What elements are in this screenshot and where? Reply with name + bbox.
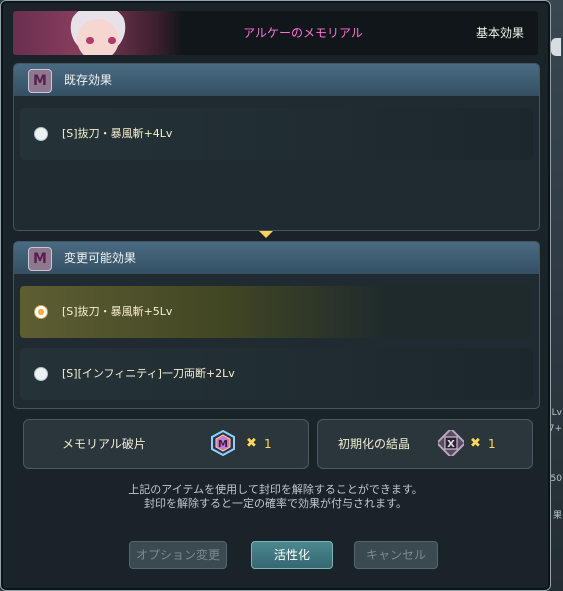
memorial-m-icon: M bbox=[28, 247, 52, 271]
multiply-icon: ✖ bbox=[470, 436, 481, 451]
side-text-1: Lv bbox=[551, 408, 562, 418]
changeable-option-label-2: [S][インフィニティ]一刀両断+2Lv bbox=[62, 367, 235, 380]
side-text-3: 50 bbox=[550, 474, 562, 484]
radio-selected-icon[interactable] bbox=[34, 305, 48, 319]
memorial-dialog: アルケーのメモリアル 基本効果 M 既存効果 [S]抜刀・暴風斬+4Lv M 変… bbox=[0, 0, 551, 591]
changeable-option-label-1: [S]抜刀・暴風斬+5Lv bbox=[62, 305, 173, 318]
multiply-icon: ✖ bbox=[246, 436, 257, 451]
dialog-title: アルケーのメモリアル bbox=[243, 26, 363, 40]
svg-text:M: M bbox=[218, 439, 228, 450]
memorial-fragment-quantity: 1 bbox=[264, 437, 272, 451]
info-text: 上記のアイテムを使用して封印を解除することができます。 封印を解除すると一定の確… bbox=[13, 483, 538, 511]
dialog-header: アルケーのメモリアル 基本効果 bbox=[13, 11, 538, 55]
existing-option-label: [S]抜刀・暴風斬+4Lv bbox=[62, 127, 173, 140]
memorial-m-icon: M bbox=[28, 69, 52, 93]
window-root: Lv 7+ 50 果 アルケーのメモリアル 基本効果 M 既存効果 [S]抜刀・… bbox=[0, 0, 563, 591]
existing-effects-title: 既存効果 bbox=[64, 73, 113, 87]
changeable-effects-title: 変更可能効果 bbox=[64, 251, 137, 265]
cancel-button[interactable]: キャンセル bbox=[354, 541, 438, 569]
svg-text:X: X bbox=[447, 439, 455, 450]
reset-crystal-label: 初期化の結晶 bbox=[338, 437, 411, 451]
changeable-effects-panel: M 変更可能効果 [S]抜刀・暴風斬+5Lv [S][インフィニティ]一刀両断+… bbox=[13, 241, 540, 409]
radio-icon bbox=[34, 127, 48, 141]
existing-effects-header: M 既存効果 bbox=[14, 64, 539, 96]
side-text-4: 果 bbox=[552, 511, 562, 521]
changeable-effects-header: M 変更可能効果 bbox=[14, 242, 539, 274]
info-line-1: 上記のアイテムを使用して封印を解除することができます。 bbox=[128, 483, 423, 496]
character-portrait bbox=[13, 11, 183, 55]
radio-icon[interactable] bbox=[34, 367, 48, 381]
memorial-fragment-label: メモリアル破片 bbox=[62, 437, 146, 451]
existing-effects-panel: M 既存効果 [S]抜刀・暴風斬+4Lv bbox=[13, 63, 540, 231]
basic-effect-label: 基本効果 bbox=[475, 26, 524, 40]
memorial-fragment-icon: M bbox=[211, 430, 235, 456]
reset-crystal-icon: X bbox=[438, 430, 464, 456]
portrait-eye-right bbox=[108, 37, 116, 44]
changeable-option-row-1[interactable]: [S]抜刀・暴風斬+5Lv bbox=[20, 286, 533, 338]
changeable-option-row-2[interactable]: [S][インフィニティ]一刀両断+2Lv bbox=[20, 348, 533, 400]
info-line-2: 封印を解除すると一定の確率で効果が付与されます。 bbox=[144, 497, 407, 510]
reset-crystal-quantity: 1 bbox=[488, 437, 496, 451]
activate-button[interactable]: 活性化 bbox=[251, 541, 333, 569]
memorial-fragment-cost: メモリアル破片 M ✖ 1 bbox=[23, 419, 309, 469]
arrow-down-icon bbox=[259, 231, 273, 238]
existing-option-row: [S]抜刀・暴風斬+4Lv bbox=[20, 108, 533, 160]
reset-crystal-cost: 初期化の結晶 X ✖ 1 bbox=[317, 419, 533, 469]
portrait-face bbox=[68, 11, 128, 55]
option-change-button[interactable]: オプション変更 bbox=[129, 541, 227, 569]
portrait-eye-left bbox=[86, 37, 94, 44]
side-knob bbox=[551, 38, 561, 56]
